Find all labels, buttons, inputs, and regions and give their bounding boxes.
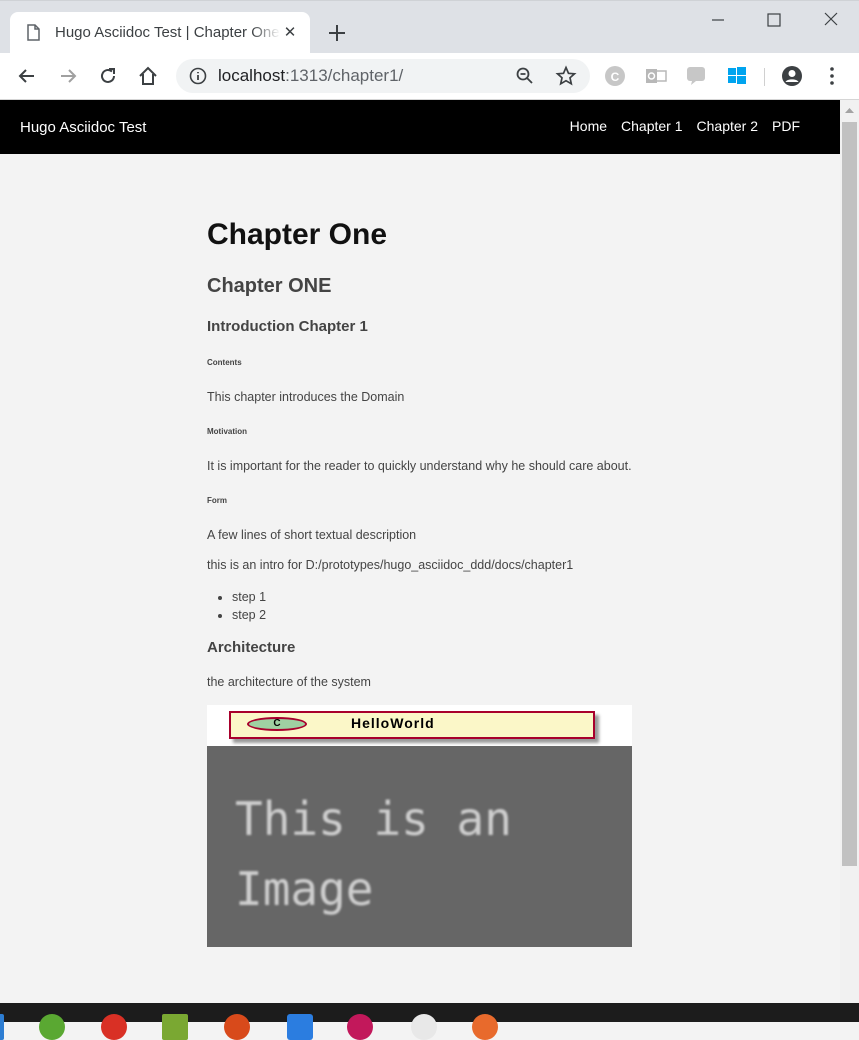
- bookmark-star-icon[interactable]: [555, 65, 577, 87]
- taskbar-app-icon[interactable]: [101, 1014, 127, 1040]
- taskbar-app-icon[interactable]: [287, 1014, 313, 1040]
- motivation-paragraph: It is important for the reader to quickl…: [207, 459, 632, 473]
- c-extension-icon[interactable]: C: [605, 66, 625, 86]
- image-text-line-2: Image: [235, 862, 374, 916]
- url-text[interactable]: localhost:1313/chapter1/: [218, 66, 403, 86]
- home-icon[interactable]: [137, 65, 159, 87]
- nav-link-chapter-1[interactable]: Chapter 1: [621, 118, 682, 134]
- form-heading: Form: [207, 496, 227, 505]
- page-viewport: Hugo Asciidoc Test Home Chapter 1 Chapte…: [0, 100, 840, 1003]
- taskbar-app-icon[interactable]: [224, 1014, 250, 1040]
- menu-kebab-icon[interactable]: [821, 65, 843, 87]
- nav-link-chapter-2[interactable]: Chapter 2: [697, 118, 758, 134]
- form-paragraph: A few lines of short textual description: [207, 528, 417, 542]
- class-diagram-image: C HelloWorld: [207, 705, 632, 746]
- site-brand[interactable]: Hugo Asciidoc Test: [20, 119, 146, 136]
- taskbar-app-icon[interactable]: [162, 1014, 188, 1040]
- forward-icon[interactable]: [57, 65, 79, 87]
- taskbar-app-icon[interactable]: [39, 1014, 65, 1040]
- section-title: Chapter ONE: [207, 275, 332, 297]
- windows-extension-icon[interactable]: [726, 65, 748, 87]
- browser-tabstrip: Hugo Asciidoc Test | Chapter One ✕: [0, 0, 859, 54]
- taskbar-app-icon[interactable]: [472, 1014, 498, 1040]
- minimize-icon[interactable]: [705, 9, 731, 31]
- taskbar-app-icon[interactable]: [347, 1014, 373, 1040]
- intro-path-paragraph: this is an intro for D:/prototypes/hugo_…: [207, 558, 574, 572]
- back-icon[interactable]: [16, 65, 38, 87]
- close-window-icon[interactable]: [818, 9, 844, 31]
- nav-link-pdf[interactable]: PDF: [772, 118, 800, 134]
- taskbar-app-icon[interactable]: [0, 1014, 4, 1040]
- class-marker-icon: C: [247, 717, 307, 731]
- page-title: Chapter One: [207, 218, 388, 251]
- toolbar-separator: [764, 68, 765, 86]
- profile-avatar-icon[interactable]: [781, 65, 803, 87]
- url-host: localhost: [218, 66, 286, 85]
- browser-toolbar: localhost:1313/chapter1/ C: [0, 53, 859, 100]
- reload-icon[interactable]: [97, 65, 119, 87]
- maximize-icon[interactable]: [761, 9, 787, 31]
- browser-tab[interactable]: Hugo Asciidoc Test | Chapter One ✕: [10, 12, 310, 54]
- scrollbar-thumb[interactable]: [842, 122, 857, 866]
- page-scrollbar[interactable]: [840, 100, 859, 1003]
- zoom-out-icon[interactable]: [515, 66, 535, 86]
- site-navbar: Hugo Asciidoc Test Home Chapter 1 Chapte…: [0, 100, 840, 154]
- motivation-heading: Motivation: [207, 427, 247, 436]
- list-item: step 2: [232, 606, 266, 624]
- taskbar-app-icon[interactable]: [411, 1014, 437, 1040]
- close-tab-icon[interactable]: ✕: [281, 24, 299, 42]
- scroll-up-arrow-icon[interactable]: [840, 100, 859, 120]
- contents-paragraph: This chapter introduces the Domain: [207, 390, 405, 404]
- class-name: HelloWorld: [351, 715, 435, 731]
- steps-list: step 1 step 2: [207, 588, 266, 624]
- nav-link-home[interactable]: Home: [570, 118, 607, 134]
- wdk-extension-icon[interactable]: [685, 65, 707, 87]
- tab-title: Hugo Asciidoc Test | Chapter One: [55, 24, 280, 44]
- site-nav-links: Home Chapter 1 Chapter 2 PDF: [570, 118, 800, 134]
- class-box: C HelloWorld: [229, 711, 595, 739]
- intro-heading: Introduction Chapter 1: [207, 318, 368, 335]
- url-path: :1313/chapter1/: [285, 66, 404, 85]
- image-caption-text: This is an Image: [235, 784, 512, 924]
- architecture-heading: Architecture: [207, 639, 296, 656]
- list-item: step 1: [232, 588, 266, 606]
- architecture-paragraph: the architecture of the system: [207, 675, 371, 689]
- contents-heading: Contents: [207, 358, 242, 367]
- os-taskbar: [0, 1003, 859, 1040]
- new-tab-icon[interactable]: [324, 20, 350, 46]
- file-icon: [27, 24, 40, 41]
- image-text-line-1: This is an: [235, 792, 512, 846]
- sample-image: This is an Image: [207, 746, 632, 947]
- outlook-extension-icon[interactable]: [645, 65, 667, 87]
- address-bar[interactable]: localhost:1313/chapter1/: [176, 59, 590, 93]
- info-icon[interactable]: [188, 66, 208, 86]
